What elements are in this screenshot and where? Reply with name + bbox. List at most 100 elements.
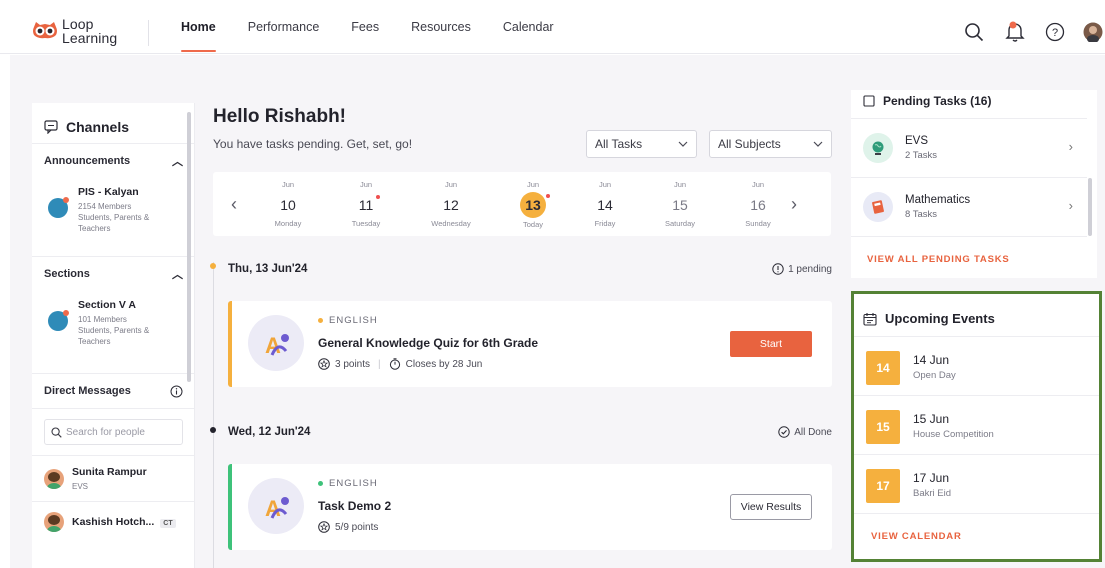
day-number: 13 — [520, 192, 550, 218]
svg-text:?: ? — [1052, 27, 1058, 39]
event-item[interactable]: 14 14 Jun Open Day — [854, 336, 1099, 395]
chevron-down-icon — [678, 141, 688, 147]
calculator-icon — [863, 191, 893, 222]
task-title: Task Demo 2 — [318, 499, 392, 513]
calendar-day[interactable]: Jun 12 Wednesday — [421, 180, 481, 228]
avatar — [44, 468, 64, 489]
task-meta: 3 points | Closes by 28 Jun — [318, 358, 482, 370]
day-number: 15 — [667, 193, 693, 217]
nav-performance[interactable]: Performance — [232, 0, 336, 54]
event-name: Open Day — [913, 370, 956, 381]
direct-messages-section: Direct Messages Search for people Sunita… — [32, 373, 194, 542]
event-item[interactable]: 15 15 Jun House Competition — [854, 395, 1099, 454]
announcements-section: Announcements ︿ PIS - Kalyan 2154 Member… — [32, 143, 194, 242]
logo-line-1: Loop — [62, 16, 94, 32]
start-task-button[interactable]: Start — [730, 331, 812, 357]
nav-home[interactable]: Home — [165, 0, 232, 54]
subject-text: ENGLISH — [329, 478, 378, 489]
event-date: 17 Jun — [913, 471, 950, 485]
upcoming-events-panel: Upcoming Events 14 14 Jun Open Day 15 15… — [851, 291, 1102, 562]
timeline-dot — [210, 263, 216, 269]
subject-name: EVS — [905, 134, 929, 147]
chevron-right-icon[interactable]: › — [1069, 139, 1073, 154]
dm-name: Sunita Rampur — [72, 466, 147, 478]
event-date-badge: 17 — [866, 469, 900, 503]
dm-item[interactable]: Sunita Rampur EVS — [32, 455, 194, 501]
app-logo[interactable]: Loop Learning — [32, 17, 150, 47]
date-group-header: Wed, 12 Jun'24 All Done — [228, 426, 832, 438]
calendar-day[interactable]: Jun 11 Tuesday — [336, 180, 396, 228]
nav-resources[interactable]: Resources — [395, 0, 487, 54]
sections-section: Sections ︿ Section V A 101 Members Stude… — [32, 256, 194, 355]
chevron-right-icon[interactable]: › — [791, 194, 797, 215]
chevron-left-icon[interactable]: ‹ — [231, 194, 237, 215]
pending-subject-item[interactable]: Mathematics 8 Tasks › — [851, 177, 1087, 235]
day-number-text: 11 — [358, 197, 374, 213]
dm-name: Kashish Hotch... — [72, 516, 155, 528]
day-number-text: 16 — [750, 197, 766, 213]
event-date-badge: 14 — [866, 351, 900, 385]
chevron-right-icon[interactable]: › — [1069, 198, 1073, 213]
announcements-heading: Announcements — [44, 155, 131, 167]
day-name: Sunday — [745, 219, 771, 228]
chevron-up-icon[interactable]: ︿ — [172, 266, 183, 282]
event-date: 15 Jun — [913, 412, 950, 426]
nav-calendar[interactable]: Calendar — [487, 0, 570, 54]
nav-fees[interactable]: Fees — [335, 0, 395, 54]
pending-scrollbar[interactable] — [1088, 178, 1092, 236]
calendar-day[interactable]: Jun 16 Sunday — [728, 180, 788, 228]
day-month: Jun — [359, 180, 373, 189]
calendar-day[interactable]: Jun 10 Monday — [258, 180, 318, 228]
event-item[interactable]: 17 17 Jun Bakri Eid — [854, 454, 1099, 513]
event-date-badge: 15 — [866, 410, 900, 444]
task-illustration: A — [248, 478, 304, 534]
subjects-filter-select[interactable]: All Subjects — [709, 130, 832, 158]
alert-circle-icon — [772, 263, 784, 275]
view-results-button[interactable]: View Results — [730, 494, 812, 520]
people-search-input[interactable]: Search for people — [44, 419, 183, 445]
pending-subject-item[interactable]: EVS 2 Tasks › — [851, 118, 1087, 176]
task-card[interactable]: A ENGLISH Task Demo 2 5/9 points View Re… — [228, 464, 832, 550]
day-name: Saturday — [664, 219, 696, 228]
event-name: Bakri Eid — [913, 488, 952, 499]
task-deadline: Closes by 28 Jun — [405, 358, 483, 370]
task-points: 3 points — [335, 358, 371, 370]
announcements-header[interactable]: Announcements ︿ — [32, 144, 194, 178]
search-icon — [51, 426, 62, 438]
channel-item[interactable]: Section V A 101 Members Students, Parent… — [32, 291, 194, 355]
subject-task-count: 8 Tasks — [905, 208, 938, 220]
info-icon[interactable] — [170, 385, 183, 398]
globe-icon — [863, 132, 893, 163]
view-all-pending-link[interactable]: VIEW ALL PENDING TASKS — [867, 254, 1010, 265]
bell-icon[interactable] — [1003, 20, 1027, 44]
calendar-day-today[interactable]: Jun 13 Today — [503, 180, 563, 229]
chat-icon — [44, 120, 58, 134]
dm-item[interactable]: Kashish Hotch... CT — [32, 501, 194, 542]
channels-title: Channels — [44, 119, 129, 135]
calendar-day[interactable]: Jun 15 Saturday — [650, 180, 710, 228]
divider — [854, 513, 1099, 514]
sidebar-scrollbar[interactable] — [187, 112, 191, 382]
sections-header[interactable]: Sections ︿ — [32, 257, 194, 291]
tasks-filter-select[interactable]: All Tasks — [586, 130, 697, 158]
day-number-text: 12 — [443, 197, 459, 213]
calendar-day[interactable]: Jun 14 Friday — [575, 180, 635, 228]
day-name: Wednesday — [431, 219, 471, 228]
logo-line-2: Learning — [62, 30, 118, 46]
logo-text: Loop Learning — [62, 17, 117, 45]
day-number-text: 14 — [597, 197, 613, 213]
week-calendar: ‹ Jun 10 Monday Jun 11 Tuesday Jun 12 We… — [213, 172, 831, 236]
help-icon[interactable]: ? — [1043, 20, 1067, 44]
chevron-up-icon[interactable]: ︿ — [172, 153, 183, 169]
divider — [851, 236, 1087, 237]
channel-item[interactable]: PIS - Kalyan 2154 Members Students, Pare… — [32, 178, 194, 242]
day-number: 14 — [592, 193, 618, 217]
task-card[interactable]: A ENGLISH General Knowledge Quiz for 6th… — [228, 301, 832, 387]
event-date: 14 Jun — [913, 353, 950, 367]
day-month: Jun — [673, 180, 687, 189]
view-calendar-link[interactable]: VIEW CALENDAR — [871, 531, 962, 542]
profile-avatar[interactable] — [1081, 20, 1105, 44]
search-icon[interactable] — [962, 20, 986, 44]
day-number-text: 15 — [672, 197, 688, 213]
avatar — [44, 512, 64, 532]
